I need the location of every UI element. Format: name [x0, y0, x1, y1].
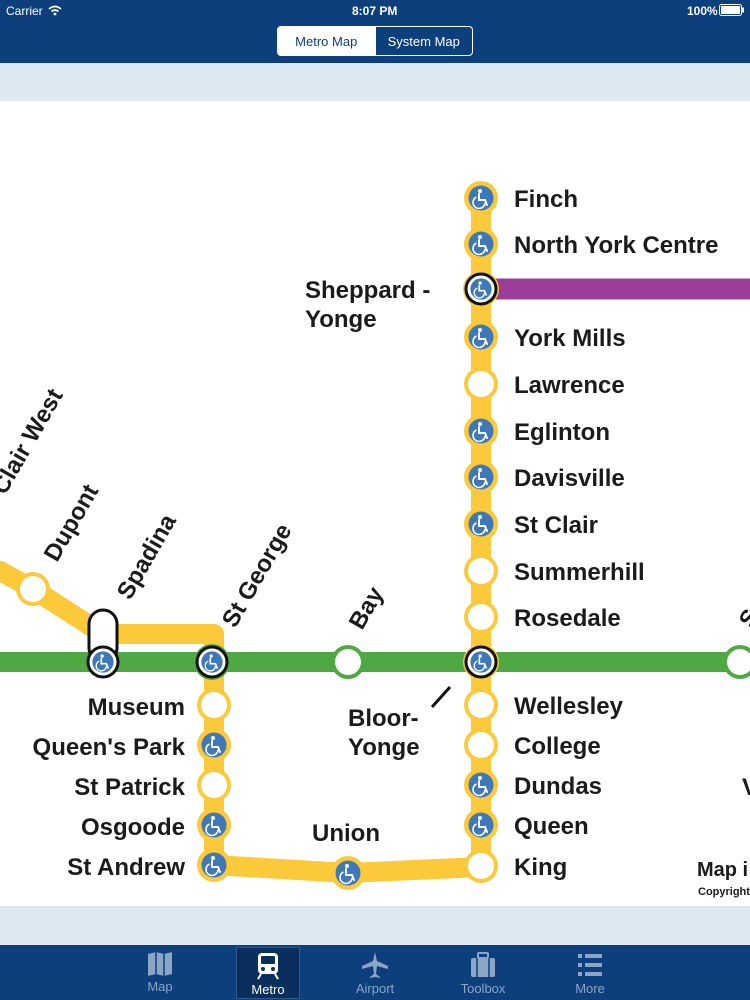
station-wellesley[interactable]: Wellesley [464, 688, 624, 722]
toolbox-icon [471, 952, 495, 977]
station-label: Dundas [514, 773, 602, 800]
station-label: St Andrew [67, 854, 185, 881]
tab-toolbox[interactable]: Toolbox [452, 947, 514, 997]
station-label: Wellesley [514, 693, 624, 720]
station-label: Yonge [305, 306, 377, 333]
station-label: Spadina [112, 509, 182, 604]
list-icon [578, 954, 602, 976]
partial-station-label: V [742, 774, 750, 801]
metro-map-segment[interactable]: Metro Map [278, 27, 375, 55]
station-st-andrew[interactable]: St Andrew [67, 848, 231, 882]
station-label: Union [312, 820, 380, 847]
station-rosedale[interactable]: Rosedale [464, 600, 621, 634]
tab-airport[interactable]: Airport [344, 947, 406, 997]
station-north-york-centre[interactable]: North York Centre [464, 227, 718, 261]
station-st-patrick[interactable]: St Patrick [74, 768, 231, 802]
clock: 8:07 PM [352, 4, 398, 18]
station-label: Clair West [0, 384, 69, 499]
station-queen[interactable]: Queen [464, 808, 589, 842]
station-sherbourne-partial[interactable]: S [723, 605, 750, 679]
station-finch[interactable]: Finch [464, 181, 578, 215]
tab-label: More [575, 981, 605, 996]
station-label: Bay [344, 582, 390, 634]
station-label: Eglinton [514, 419, 610, 446]
station-eglinton[interactable]: Eglinton [464, 414, 610, 448]
station-label: St George [217, 519, 298, 632]
station-college[interactable]: College [464, 728, 601, 762]
system-map-segment[interactable]: System Map [374, 27, 473, 55]
battery-percent: 100% [687, 4, 718, 18]
train-icon [257, 953, 279, 980]
tab-bar: Map Metro Airport Toolbox More [0, 945, 750, 1000]
station-label: St Clair [514, 512, 598, 539]
station-label: Finch [514, 186, 578, 213]
station-label: Davisville [514, 465, 625, 492]
nav-header: Carrier 8:07 PM 100% Metro Map System Ma… [0, 0, 750, 63]
station-st-clair[interactable]: St Clair [464, 507, 598, 541]
station-dundas[interactable]: Dundas [464, 768, 602, 802]
copyright-note: Copyright [698, 886, 750, 898]
station-label: Sheppard - [305, 277, 430, 304]
station-york-mills[interactable]: York Mills [464, 320, 626, 354]
station-museum[interactable]: Museum [88, 688, 231, 722]
station-label: York Mills [514, 325, 626, 352]
station-label: Bloor- [348, 705, 419, 732]
station-summerhill[interactable]: Summerhill [464, 554, 645, 588]
tab-map[interactable]: Map [129, 947, 191, 997]
station-dupont[interactable]: Dupont [16, 480, 104, 606]
station-davisville[interactable]: Davisville [464, 460, 625, 494]
tab-label: Toolbox [460, 981, 506, 996]
station-label: College [514, 733, 601, 760]
battery-icon [719, 4, 744, 16]
station-label: St Patrick [74, 774, 185, 801]
station-label: Lawrence [514, 372, 625, 399]
wifi-icon [48, 5, 62, 16]
subway-map[interactable]: Finch North York Centre Sheppard - Yonge… [0, 101, 750, 906]
station-label: Osgoode [81, 814, 185, 841]
station-osgoode[interactable]: Osgoode [81, 808, 231, 842]
carrier-label: Carrier [6, 4, 43, 18]
map-top-margin [0, 63, 750, 101]
station-label: Queen [514, 813, 589, 840]
map-info-note: Map i [697, 859, 748, 881]
station-label: Yonge [348, 734, 420, 761]
station-queens-park[interactable]: Queen's Park [33, 728, 231, 762]
airplane-icon [362, 952, 388, 978]
tab-label: Map [147, 979, 173, 994]
station-lawrence[interactable]: Lawrence [464, 367, 625, 401]
tab-label: Airport [355, 981, 395, 996]
station-label: Rosedale [514, 605, 621, 632]
map-icon [148, 952, 172, 976]
station-label: King [514, 854, 567, 881]
station-label: S [734, 605, 750, 632]
tab-more[interactable]: More [559, 947, 621, 997]
map-type-segmented-control: Metro Map System Map [277, 26, 473, 56]
station-label: Museum [88, 694, 185, 721]
station-label: Queen's Park [33, 734, 186, 761]
station-st-clair-west[interactable]: Clair West [0, 384, 69, 499]
station-spadina[interactable]: Spadina [86, 509, 182, 679]
station-label: Dupont [39, 480, 104, 566]
station-label: North York Centre [514, 232, 718, 259]
tab-label: Metro [251, 982, 285, 997]
status-bar: Carrier 8:07 PM 100% [0, 0, 750, 22]
station-label: Summerhill [514, 559, 645, 586]
map-bottom-margin [0, 906, 750, 945]
tab-metro[interactable]: Metro [236, 947, 300, 999]
station-sheppard-yonge[interactable]: Sheppard - Yonge [305, 271, 499, 333]
station-king[interactable]: King [464, 849, 567, 883]
